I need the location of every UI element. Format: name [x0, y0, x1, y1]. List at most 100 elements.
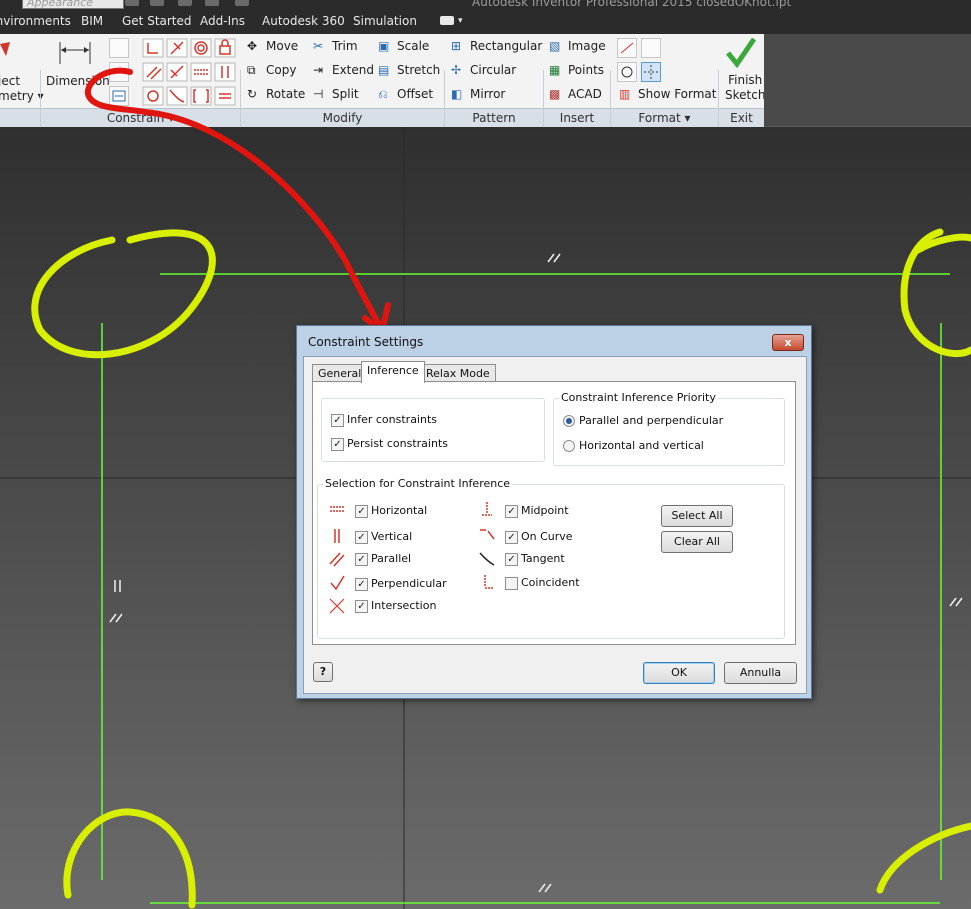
perpendicular-checkbox[interactable]: ✓ Perpendicular — [355, 577, 447, 591]
constraint-settings-dialog: Constraint Settings x General Inference … — [296, 325, 812, 699]
constraint-settings-icon[interactable] — [109, 86, 129, 106]
construction-icon[interactable] — [617, 38, 637, 58]
rotate-button[interactable]: ↻ Rotate — [247, 87, 305, 102]
checkbox[interactable]: ✓ — [355, 577, 368, 591]
extend-button[interactable]: ⇥ Extend — [313, 63, 374, 78]
ok-button[interactable]: OK — [643, 662, 715, 684]
image-icon: ▧ — [549, 39, 561, 53]
constraint-tools-grid — [142, 38, 238, 108]
radio-horizontal-vertical[interactable]: Horizontal and vertical — [563, 439, 704, 453]
camera-icon[interactable] — [440, 16, 454, 25]
rectangular-pattern-button[interactable]: ⊞ Rectangular — [451, 39, 542, 54]
tab-relax-mode[interactable]: Relax Mode — [420, 364, 496, 382]
points-button[interactable]: ▦ Points — [549, 63, 604, 78]
inference-tab-page: ✓ Infer constraints ✓ Persist constraints … — [312, 381, 796, 645]
checkbox[interactable]: ✓ — [355, 504, 368, 518]
move-icon: ✥ — [247, 39, 258, 53]
menu-autodesk-360[interactable]: Autodesk 360 — [262, 14, 345, 28]
midpoint-checkbox[interactable]: ✓ Midpoint — [505, 504, 569, 518]
chevron-down-icon[interactable]: ▾ — [458, 16, 463, 26]
infer-group — [321, 398, 545, 462]
checkmark-icon[interactable] — [725, 36, 757, 69]
project-geometry-button[interactable]: ject metry ▾ — [0, 74, 44, 104]
automatic-dimensions-icon[interactable] — [109, 38, 129, 58]
panel-constrain[interactable]: Constrain ▾ — [41, 108, 240, 127]
rectangular-pattern-icon: ⊞ — [451, 39, 462, 53]
mirror-button[interactable]: ◧ Mirror — [451, 87, 505, 102]
copy-button[interactable]: ⧉ Copy — [247, 63, 296, 78]
checkbox[interactable] — [505, 576, 518, 590]
tab-general[interactable]: General — [312, 364, 368, 382]
coincident-constraint-icon — [484, 575, 494, 589]
circular-pattern-button[interactable]: ✢ Circular — [451, 63, 516, 78]
menu-bim[interactable]: BIM — [81, 14, 103, 28]
tangent-checkbox[interactable]: ✓ Tangent — [505, 552, 565, 566]
acad-button[interactable]: ▩ ACAD — [549, 87, 602, 102]
panel-modify: Modify — [241, 108, 444, 127]
close-icon[interactable]: x — [772, 334, 804, 351]
acad-icon: ▩ — [549, 87, 561, 101]
show-constraints-icon[interactable] — [109, 62, 129, 82]
driven-dimension-icon[interactable] — [641, 38, 661, 58]
clear-all-button[interactable]: Clear All — [661, 531, 733, 553]
checkbox[interactable]: ✓ — [355, 599, 368, 613]
offset-button[interactable]: ⎌ Offset — [378, 87, 433, 102]
radio-parallel-perpendicular[interactable]: Parallel and perpendicular — [563, 414, 723, 428]
centerline-icon[interactable] — [641, 62, 661, 82]
checkbox[interactable]: ✓ — [505, 504, 518, 518]
offset-icon: ⎌ — [378, 87, 388, 101]
finish-label: Finish — [728, 73, 763, 87]
panel-format[interactable]: Format ▾ — [611, 108, 718, 127]
infer-constraints-check[interactable]: ✓ — [331, 413, 344, 427]
checkbox[interactable]: ✓ — [355, 530, 368, 544]
quick-access-icon[interactable] — [125, 0, 139, 6]
excel-points-icon: ▦ — [549, 63, 561, 77]
tab-inference[interactable]: Inference — [361, 361, 425, 383]
select-all-button[interactable]: Select All — [661, 505, 733, 527]
stretch-button[interactable]: ▤ Stretch — [378, 63, 440, 78]
parallel-constraint-icon — [329, 552, 345, 567]
finish-sketch-button[interactable]: Finish Sketch — [725, 73, 765, 103]
parallel-checkbox[interactable]: ✓ Parallel — [355, 552, 411, 566]
checkbox[interactable]: ✓ — [505, 530, 518, 544]
menu-get-started[interactable]: Get Started — [122, 14, 192, 28]
appearance-dropdown[interactable]: Appearance — [22, 0, 124, 9]
move-button[interactable]: ✥ Move — [247, 39, 298, 54]
persist-constraints-check[interactable]: ✓ — [331, 437, 344, 451]
quick-access-icon[interactable] — [205, 0, 219, 6]
menu-add-ins[interactable]: Add-Ins — [200, 14, 245, 28]
vertical-checkbox[interactable]: ✓ Vertical — [355, 530, 412, 544]
ribbon-empty-area — [764, 34, 971, 126]
title-bar: Appearance Autodesk Inventor Professiona… — [0, 0, 971, 34]
image-button[interactable]: ▧ Image — [549, 39, 606, 54]
trim-button[interactable]: ✂ Trim — [313, 39, 358, 54]
infer-constraints-checkbox[interactable]: ✓ Infer constraints — [331, 413, 437, 427]
dimension-icon[interactable] — [58, 40, 92, 66]
sketch-label: Sketch — [725, 88, 766, 102]
coincident-checkbox[interactable]: Coincident — [505, 576, 580, 590]
scale-button[interactable]: ▣ Scale — [378, 39, 429, 54]
split-icon: ⊣ — [313, 87, 324, 101]
radio-button[interactable] — [563, 440, 575, 452]
project-geometry-icon[interactable] — [0, 40, 12, 62]
dialog-body: General Inference Relax Mode ✓ Infer cons… — [303, 356, 807, 694]
menu-environments[interactable]: Environments — [0, 14, 71, 28]
quick-access-icon[interactable] — [235, 0, 249, 6]
split-button[interactable]: ⊣ Split — [313, 87, 359, 102]
radio-button[interactable] — [563, 415, 575, 427]
dimension-button[interactable]: Dimension — [46, 74, 110, 88]
center-point-icon[interactable] — [617, 62, 637, 82]
cancel-button[interactable]: Annulla — [724, 662, 797, 684]
intersection-checkbox[interactable]: ✓ Intersection — [355, 599, 436, 613]
on-curve-checkbox[interactable]: ✓ On Curve — [505, 530, 573, 544]
help-icon[interactable]: ? — [313, 662, 333, 682]
show-format-button[interactable]: ▥ Show Format — [619, 87, 716, 102]
menu-simulation[interactable]: Simulation — [353, 14, 417, 28]
fx-icon[interactable] — [178, 0, 192, 6]
checkbox[interactable]: ✓ — [355, 552, 368, 566]
checkbox[interactable]: ✓ — [505, 552, 518, 566]
persist-constraints-checkbox[interactable]: ✓ Persist constraints — [331, 437, 448, 451]
quick-access-icon[interactable] — [150, 0, 164, 6]
intersection-constraint-icon — [329, 598, 345, 614]
horizontal-checkbox[interactable]: ✓ Horizontal — [355, 504, 427, 518]
